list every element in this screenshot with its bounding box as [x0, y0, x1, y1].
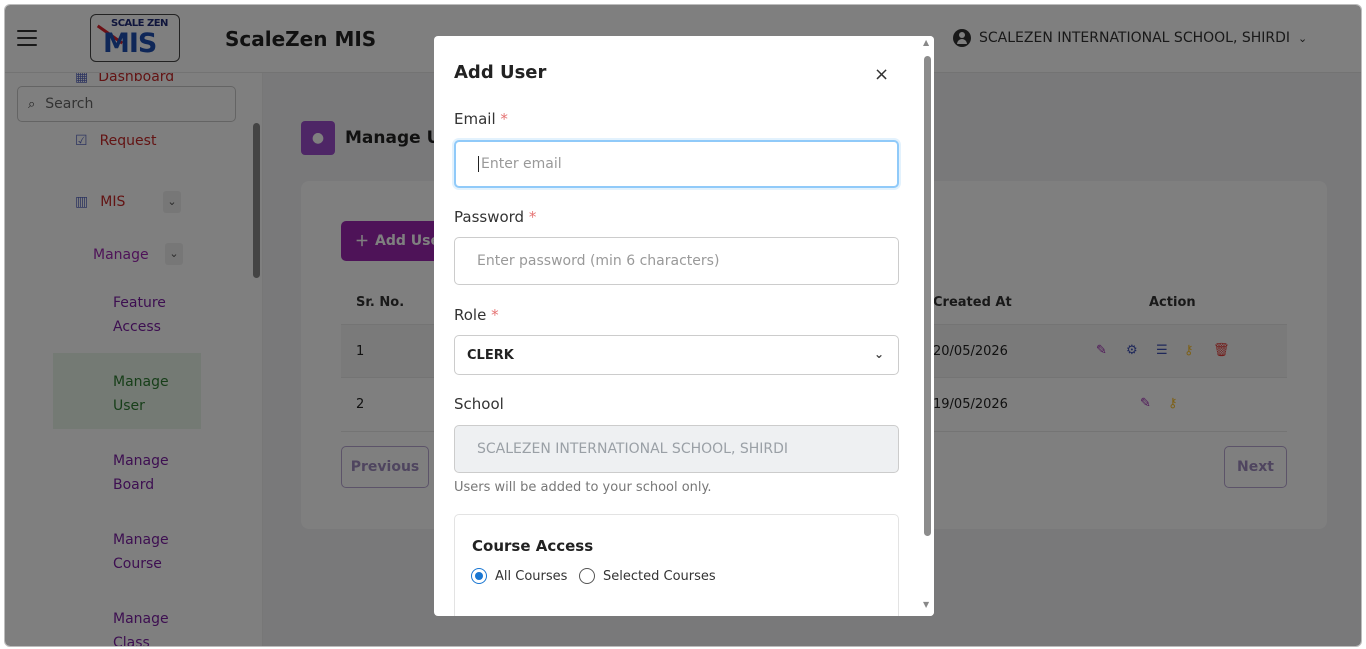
modal-title: Add User: [454, 62, 547, 83]
scroll-down-icon[interactable]: ▼: [923, 600, 929, 609]
school-field: SCALEZEN INTERNATIONAL SCHOOL, SHIRDI: [454, 425, 899, 473]
email-placeholder: Enter email: [481, 156, 562, 172]
modal-scrollbar[interactable]: ▲ ▼: [921, 36, 934, 616]
email-label: Email *: [454, 110, 508, 128]
school-value: SCALEZEN INTERNATIONAL SCHOOL, SHIRDI: [477, 441, 789, 457]
email-field[interactable]: Enter email: [454, 140, 899, 188]
school-label: School: [454, 395, 504, 413]
course-access-section: Course Access All Courses Selected Cours…: [454, 514, 899, 616]
add-user-modal: Add User × Email * Enter email Password …: [434, 36, 934, 616]
password-field[interactable]: Enter password (min 6 characters): [454, 237, 899, 285]
radio-checked-icon: [471, 568, 487, 584]
chevron-down-icon: ⌄: [873, 347, 884, 361]
role-label: Role *: [454, 306, 499, 324]
scroll-up-icon[interactable]: ▲: [923, 38, 929, 47]
radio-unchecked-icon: [579, 568, 595, 584]
role-select[interactable]: CLERK ⌄: [454, 335, 899, 375]
school-hint: Users will be added to your school only.: [454, 480, 712, 495]
course-access-title: Course Access: [472, 537, 594, 555]
role-value: CLERK: [467, 347, 514, 363]
password-placeholder: Enter password (min 6 characters): [477, 253, 720, 269]
close-icon[interactable]: ×: [874, 64, 889, 85]
password-label: Password *: [454, 208, 537, 226]
app-window: SCALE ZEN MIS ScaleZen MIS SCALEZEN INTE…: [4, 4, 1362, 647]
selected-courses-radio[interactable]: Selected Courses: [579, 568, 716, 584]
all-courses-radio[interactable]: All Courses: [471, 568, 567, 584]
